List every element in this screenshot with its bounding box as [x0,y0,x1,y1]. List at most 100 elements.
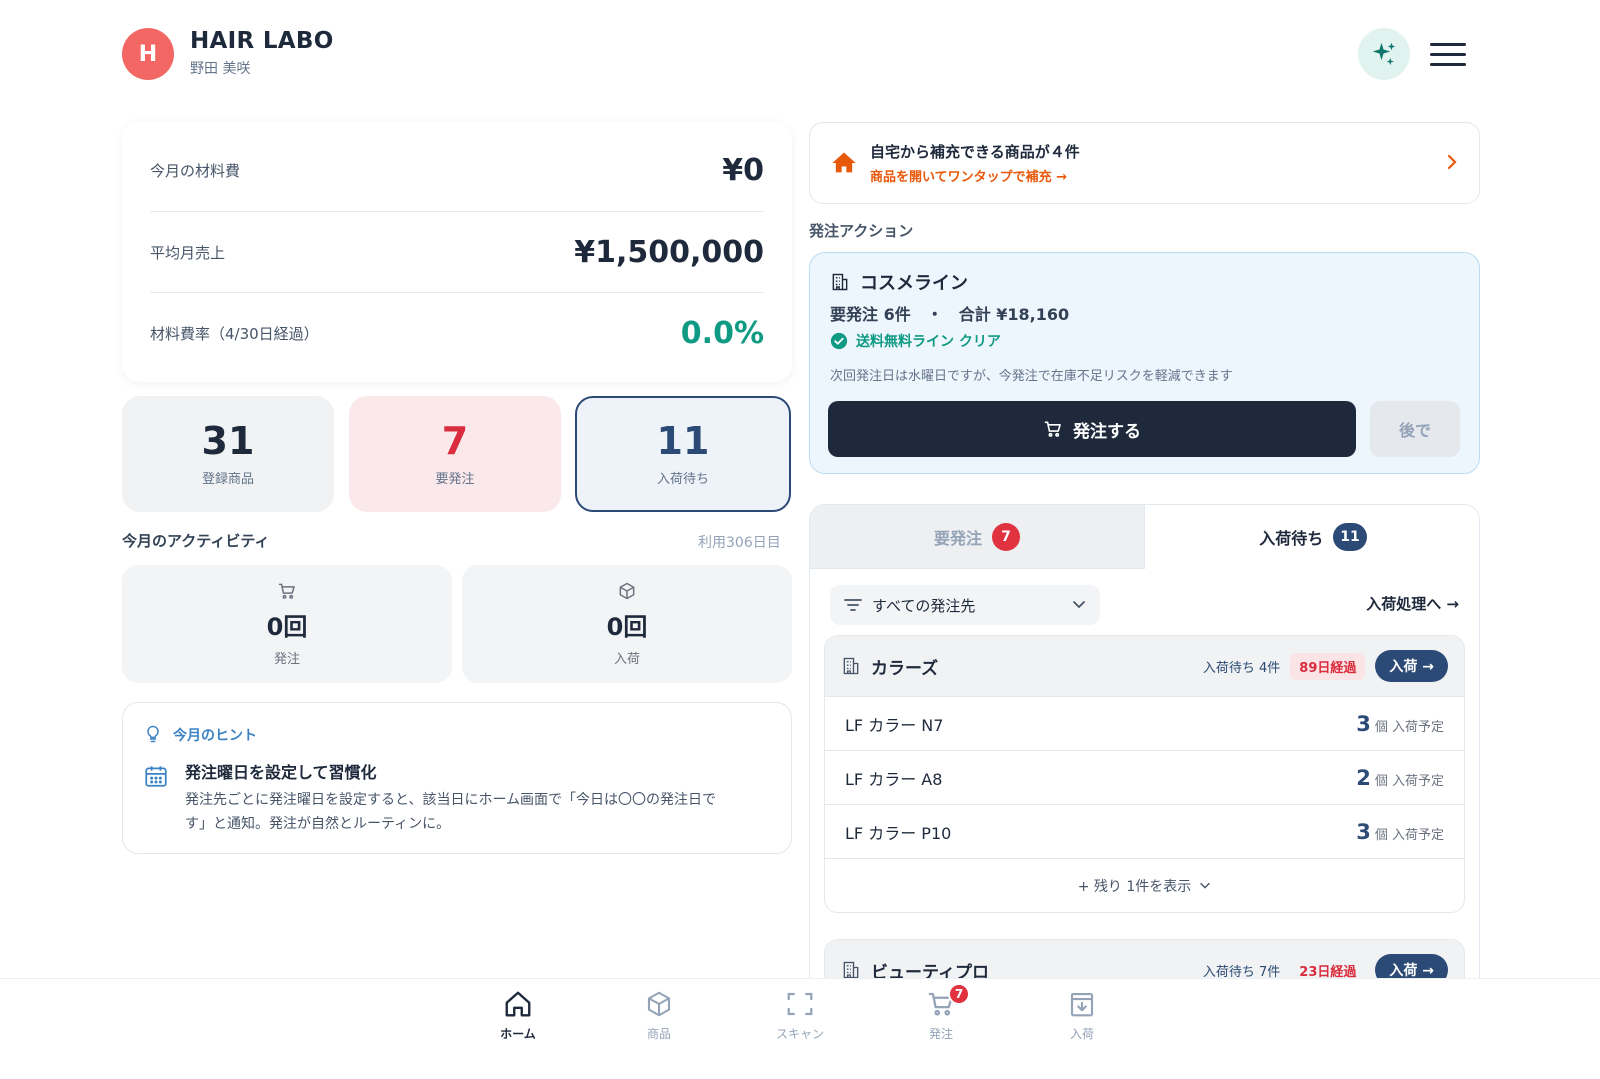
receive-button[interactable]: 入荷 → [1375,650,1448,682]
metric-material-cost: 今月の材料費 ¥0 [150,130,764,211]
metric-value: ¥1,500,000 [574,234,764,270]
nav-scan[interactable]: スキャン [755,989,845,1042]
receive-button[interactable]: 入荷 → [1375,954,1448,978]
nav-arrivals[interactable]: 入荷 [1037,989,1127,1042]
order-action-card: コスメライン 要発注 6件 ・ 合計 ¥18,160 送料無料ライン クリア 次… [809,252,1480,474]
tab-count-badge: 11 [1333,523,1367,551]
nav-orders[interactable]: 7 発注 [896,983,986,1042]
item-qty: 3 [1356,819,1371,844]
tip-heading: 今月のヒント [173,728,257,744]
stat-awaiting-arrival[interactable]: 11 入荷待ち [575,396,791,512]
supplier-elapsed-badge: 89日経過 [1290,652,1366,680]
building-icon [843,961,859,978]
supplier-filter-select[interactable]: すべての発注先 [830,585,1100,625]
tip-body-line2: す」と通知。発注が自然とルーティンに。 [185,816,451,832]
list-item[interactable]: LF カラー N7 3個 入荷予定 [825,696,1464,750]
metric-value: 0.0% [680,315,764,351]
activity-label: 発注 [273,652,300,667]
place-order-label: 発注する [1073,421,1141,442]
later-button[interactable]: 後で [1370,401,1460,457]
order-tabs-panel: 要発注 7 入荷待ち 11 すべての発注先 入荷処理へ → カラーズ 入荷待ち … [809,504,1480,979]
metric-label: 材料費率（4/30日経過） [150,324,319,343]
nav-label: 入荷 [1069,1027,1094,1041]
stat-value: 31 [201,418,255,463]
place-order-button[interactable]: 発注する [828,401,1356,457]
metric-label: 今月の材料費 [150,162,241,180]
order-supplier-name: コスメライン [860,273,968,294]
tip-title: 発注曜日を設定して習慣化 [185,763,377,782]
lightbulb-icon [147,725,159,743]
item-name: LF カラー N7 [845,715,944,735]
show-more-label: + 残り 1件を表示 [1077,878,1192,895]
brand-name: HAIR LABO [190,28,334,54]
bottom-navigation: ホーム 商品 スキャン 7 発注 入荷 [0,978,1600,1079]
chevron-down-icon [1200,882,1210,889]
nav-label: 発注 [928,1027,953,1041]
inbox-download-icon [1070,992,1094,1017]
metrics-card: 今月の材料費 ¥0 平均月売上 ¥1,500,000 材料費率（4/30日経過）… [122,122,792,382]
building-icon [843,657,859,675]
filter-icon [844,599,862,611]
nav-home[interactable]: ホーム [473,989,563,1042]
nav-badge: 7 [948,983,970,1005]
scan-icon [787,992,813,1016]
item-qty: 3 [1356,711,1371,736]
sparkles-icon [1372,42,1396,66]
stat-registered-products[interactable]: 31 登録商品 [122,396,334,512]
supplier-header: カラーズ 入荷待ち 4件 89日経過 入荷 → [825,636,1464,696]
activity-value: 0回 [266,613,308,641]
nav-label: 商品 [646,1027,671,1041]
process-arrivals-link[interactable]: 入荷処理へ → [1366,593,1459,614]
hamburger-menu-icon[interactable] [1430,36,1466,72]
activity-arrivals: 0回 入荷 [462,565,792,683]
banner-subtitle: 商品を開いてワンタップで補充 → [870,170,1068,185]
supplier-header: ビューティプロ 入荷待ち 7件 23日経過 入荷 → [825,940,1464,979]
tab-need-order[interactable]: 要発注 7 [810,505,1145,569]
activity-value: 0回 [606,613,648,641]
supplier-waiting-count: 入荷待ち 4件 [1202,660,1281,676]
supplier-name: ビューティプロ [871,962,989,979]
cart-icon [278,583,295,599]
supplier-name: カラーズ [871,658,939,679]
filter-label: すべての発注先 [872,596,976,615]
usage-days: 利用306日目 [698,535,781,551]
item-name: LF カラー A8 [845,769,943,789]
show-more-button[interactable]: + 残り 1件を表示 [825,858,1464,912]
tab-count-badge: 7 [992,522,1020,551]
chevron-down-icon [1073,601,1085,609]
check-circle-icon [830,332,848,350]
list-item[interactable]: LF カラー P10 3個 入荷予定 [825,804,1464,858]
order-summary: 要発注 6件 ・ 合計 ¥18,160 [830,305,1070,324]
chevron-right-icon [1447,154,1457,170]
home-refill-banner[interactable]: 自宅から補充できる商品が４件 商品を開いてワンタップで補充 → [809,122,1480,204]
tip-body-line1: 発注先ごとに発注曜日を設定すると、該当日にホーム画面で「今日は〇〇の発注日で [185,792,717,808]
tab-awaiting-arrival[interactable]: 入荷待ち 11 [1145,505,1479,569]
nav-label: スキャン [775,1027,824,1041]
home-icon [505,991,531,1017]
item-name: LF カラー P10 [845,823,952,843]
supplier-group: カラーズ 入荷待ち 4件 89日経過 入荷 → LF カラー N7 3個 入荷予… [824,635,1465,913]
stat-label: 登録商品 [201,472,254,488]
box-icon [619,582,635,600]
item-unit: 個 入荷予定 [1374,827,1444,843]
home-icon [832,152,856,173]
supplier-elapsed-badge: 23日経過 [1299,964,1357,979]
stat-label: 要発注 [435,472,475,488]
stat-label: 入荷待ち [656,472,709,488]
item-unit: 個 入荷予定 [1374,773,1444,789]
user-name: 野田 美咲 [190,61,251,77]
activity-title: 今月のアクティビティ [122,532,270,550]
stat-value: 7 [441,418,469,463]
metric-material-ratio: 材料費率（4/30日経過） 0.0% [150,292,764,373]
calendar-icon [145,766,167,787]
ai-assistant-button[interactable] [1358,28,1410,80]
cart-icon [1044,421,1061,437]
avatar[interactable]: H [122,28,174,80]
item-unit: 個 入荷予定 [1374,719,1444,735]
tip-card: 今月のヒント 発注曜日を設定して習慣化 発注先ごとに発注曜日を設定すると、該当日… [122,702,792,854]
free-shipping-status: 送料無料ライン クリア [856,334,1001,350]
nav-products[interactable]: 商品 [614,989,704,1042]
stat-need-order[interactable]: 7 要発注 [349,396,561,512]
list-item[interactable]: LF カラー A8 2個 入荷予定 [825,750,1464,804]
activity-label: 入荷 [613,652,640,667]
